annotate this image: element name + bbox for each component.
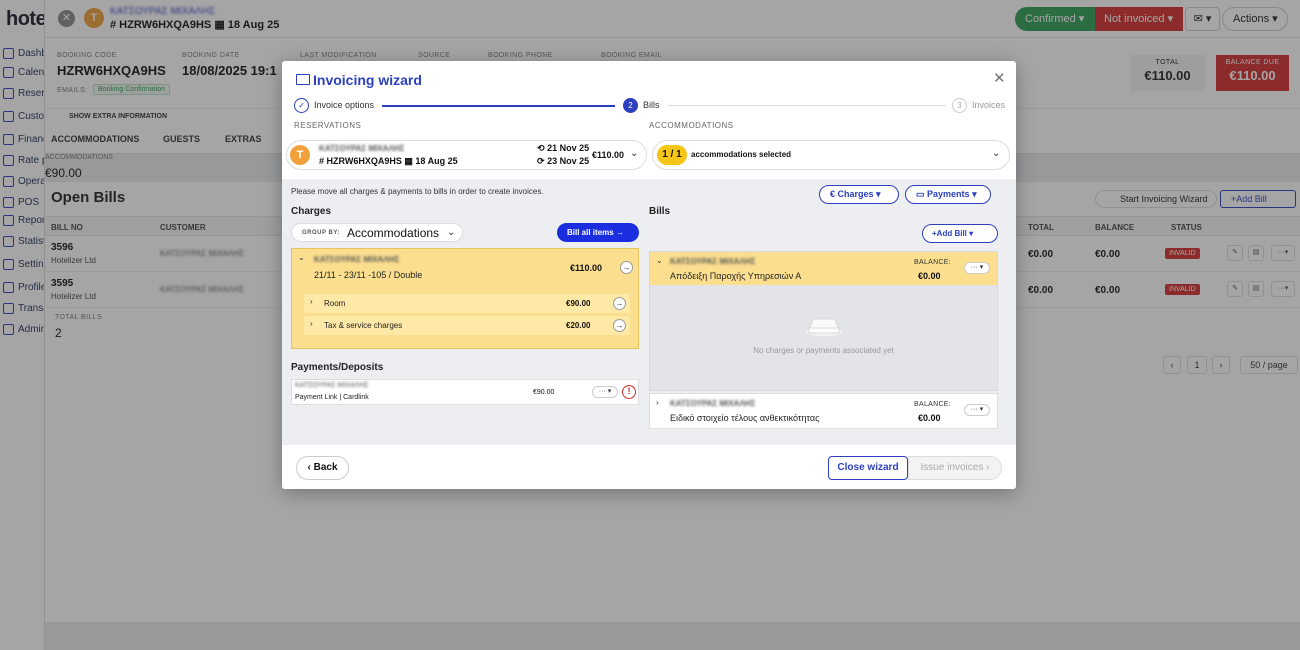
warning-icon[interactable]: ! [622,385,636,399]
accommodations-selected-text: accommodations selected [691,150,792,159]
step-3-label: Invoices [972,100,1006,110]
bill-all-items-button[interactable]: Bill all items → [557,223,639,242]
euro-icon: € [830,189,836,199]
sub-charge-amount: €20.00 [566,321,591,330]
charges-filter-button[interactable]: € Charges ▾ [819,185,899,204]
wizard-body: Please move all charges & payments to bi… [282,179,1016,445]
checkin-date: ⟲ 21 Nov 25 [537,143,590,153]
accommodations-count-badge: 1 / 1 [657,145,687,165]
bill-menu-button[interactable]: ··· ▾ [964,262,990,274]
add-bill-button[interactable]: +Add Bill ▾ [922,224,998,243]
empty-tray-icon [806,318,842,336]
sub-charge-label: Tax & service charges [324,321,403,330]
group-by-select[interactable]: GROUP BY: Accommodations ⌄ [291,223,463,242]
bill-balance-value: €0.00 [918,271,941,281]
bill-document-type: Ειδικό στοιχείο τέλους ανθεκτικότητας [670,413,820,423]
chevron-down-icon: ⌄ [447,227,456,238]
checkin-icon: ⟲ [537,143,545,153]
payment-menu-button[interactable]: ··· ▾ [592,386,618,398]
step-2-number: 2 [623,98,638,113]
reservation-amount: €110.00 [592,150,625,160]
instructions-text: Please move all charges & payments to bi… [291,187,544,196]
group-by-value: Accommodations [347,226,440,240]
step-pending-line [668,105,946,106]
sub-charge-room[interactable]: › Room €90.00 → [304,294,630,313]
collapse-icon[interactable]: ⌄ [656,256,663,265]
charges-title: Charges [291,206,332,217]
move-to-bill-arrow-icon[interactable]: → [613,297,626,310]
payment-name: ΚΑΤΣΟΥΡΑΣ ΜΙΧΑΛΗΣ [295,382,369,389]
card-icon: ▭ [916,189,925,199]
expand-icon[interactable]: › [310,319,313,328]
bill-header: ⌄ ΚΑΤΣΟΥΡΑΣ ΜΙΧΑΛΗΣ Απόδειξη Παροχής Υπη… [650,252,997,285]
bill-card[interactable]: ⌄ ΚΑΤΣΟΥΡΑΣ ΜΙΧΑΛΗΣ Απόδειξη Παροχής Υπη… [649,251,998,391]
group-by-label: GROUP BY: [302,230,340,236]
step-2-label: Bills [643,100,660,110]
modal-title: Invoicing wizard [313,72,422,88]
bill-card[interactable]: › ΚΑΤΣΟΥΡΑΣ ΜΙΧΑΛΗΣ Ειδικό στοιχείο τέλο… [649,393,998,429]
charge-group-amount: €110.00 [570,263,603,273]
payment-method: Payment Link | Cardlink [295,394,369,401]
payments-filter-button[interactable]: ▭ Payments ▾ [905,185,991,204]
charge-group[interactable]: ⌄ ΚΑΤΣΟΥΡΑΣ ΜΙΧΑΛΗΣ 21/11 - 23/11 -105 /… [291,248,639,349]
reservation-code: # HZRW6HXQA9HS ▦ 18 Aug 25 [319,156,458,166]
bill-customer-name: ΚΑΤΣΟΥΡΑΣ ΜΙΧΑΛΗΣ [670,257,756,266]
accommodations-selector[interactable]: 1 / 1 accommodations selected ⌄ [652,140,1010,170]
bill-menu-button[interactable]: ··· ▾ [964,404,990,416]
bills-title: Bills [649,206,671,217]
close-icon[interactable]: ✕ [993,69,1006,87]
payment-item[interactable]: ΚΑΤΣΟΥΡΑΣ ΜΙΧΑΛΗΣ Payment Link | Cardlin… [291,379,639,405]
reservations-label: RESERVATIONS [294,121,362,130]
sub-charge-amount: €90.00 [566,299,591,308]
chevron-down-icon: ⌄ [630,148,639,159]
invoicing-wizard-modal: Invoicing wizard ✕ ✓ Invoice options 2 B… [282,61,1016,489]
chevron-down-icon: ⌄ [992,148,1001,159]
reservation-selector[interactable]: T ΚΑΤΣΟΥΡΑΣ ΜΙΧΑΛΗΣ # HZRW6HXQA9HS ▦ 18 … [286,140,647,170]
empty-bill-text: No charges or payments associated yet [753,346,894,355]
invoice-icon [296,74,310,85]
expand-icon[interactable]: › [656,398,659,407]
step-progress-line [382,105,615,107]
accommodations-label: ACCOMMODATIONS [649,121,734,130]
sub-charge-tax[interactable]: › Tax & service charges €20.00 → [304,316,630,335]
move-to-bill-arrow-icon[interactable]: → [620,261,633,274]
bill-customer-name: ΚΑΤΣΟΥΡΑΣ ΜΙΧΑΛΗΣ [670,399,756,408]
calendar-icon: ▦ [404,156,413,166]
bill-document-type: Απόδειξη Παροχής Υπηρεσιών Α [670,271,802,281]
charge-group-name: ΚΑΤΣΟΥΡΑΣ ΜΙΧΑΛΗΣ [314,255,400,264]
reservation-guest-name: ΚΑΤΣΟΥΡΑΣ ΜΙΧΑΛΗΣ [319,144,405,153]
checkout-date: ⟳ 23 Nov 25 [537,156,590,166]
move-to-bill-arrow-icon[interactable]: → [613,319,626,332]
step-1-check-icon[interactable]: ✓ [294,98,309,113]
checkout-icon: ⟳ [537,156,545,166]
payments-title: Payments/Deposits [291,362,384,373]
bill-balance-label: BALANCE: [914,259,952,266]
back-button[interactable]: ‹ Back [296,456,349,480]
payment-amount: €90.00 [533,389,555,396]
collapse-icon[interactable]: ⌄ [298,253,305,262]
bill-balance-value: €0.00 [918,413,941,423]
expand-icon[interactable]: › [310,297,313,306]
step-3-number: 3 [952,98,967,113]
reservation-avatar: T [290,145,310,165]
issue-invoices-button[interactable]: Issue invoices › [908,456,1002,480]
wizard-footer: ‹ Back Close wizard Issue invoices › [282,445,1016,489]
charge-group-dates: 21/11 - 23/11 -105 / Double [314,270,423,280]
close-wizard-button[interactable]: Close wizard [828,456,908,480]
sub-charge-label: Room [324,299,346,308]
bill-balance-label: BALANCE: [914,401,952,408]
step-1-label[interactable]: Invoice options [314,100,374,110]
